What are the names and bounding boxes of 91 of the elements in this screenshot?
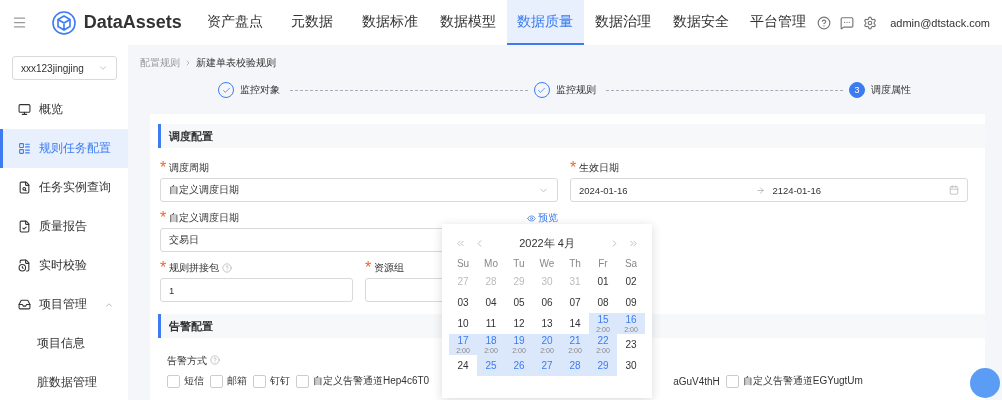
arrow-right-icon <box>755 185 765 195</box>
checkbox-option[interactable]: 钉钉 <box>253 374 290 388</box>
project-select[interactable]: xxx123jingjing <box>12 56 117 80</box>
required-mark: * <box>160 159 167 177</box>
field-label: 自定义调度日期 <box>169 211 240 225</box>
nav-tab[interactable]: 数据安全 <box>661 0 740 45</box>
weekday-label: Su <box>455 258 471 271</box>
sidebar-item[interactable]: 质量报告 <box>0 207 128 246</box>
option-label: aGuV4thH <box>673 375 720 387</box>
preview-link[interactable]: 预览 <box>527 211 558 225</box>
calendar-day[interactable]: 24 <box>449 355 477 376</box>
weekday-label: Mo <box>483 258 499 271</box>
calendar-day[interactable]: 30 <box>617 355 645 376</box>
calendar-day[interactable]: 09 <box>617 292 645 313</box>
sidebar-item-icon <box>18 181 31 194</box>
chevron-right-icon <box>184 59 192 67</box>
calendar-day[interactable]: 10 <box>449 313 477 334</box>
sidebar-subitem[interactable]: 项目信息 <box>0 324 128 363</box>
calendar-day[interactable]: 12 <box>505 313 533 334</box>
menu-icon[interactable] <box>12 15 28 30</box>
date-range-field[interactable]: 2024-01-16 2124-01-16 <box>570 178 968 202</box>
field-label: 告警方式 <box>167 354 207 368</box>
calendar-day[interactable]: 11 <box>477 313 505 334</box>
checkbox-option[interactable]: 自定义告警通道EGYugtUm <box>725 374 863 388</box>
checkbox[interactable] <box>167 374 180 388</box>
sidebar-subitem[interactable]: 脏数据管理 <box>0 363 128 400</box>
sidebar-item-icon <box>18 142 31 155</box>
calendar-day[interactable]: 14 <box>561 313 589 334</box>
weekday-label: Th <box>568 258 582 271</box>
field-label: 生效日期 <box>579 161 620 175</box>
nav-tab[interactable]: 元数据 <box>273 0 352 45</box>
calendar-day[interactable]: 08 <box>589 292 617 313</box>
help-float-button[interactable] <box>970 368 1000 398</box>
sidebar-item[interactable]: 实时校验 <box>0 246 128 285</box>
required-mark: * <box>160 259 167 277</box>
calendar-day[interactable]: 04 <box>477 292 505 313</box>
select-field[interactable]: 自定义调度日期 <box>160 178 558 202</box>
checkbox-option[interactable]: 邮箱 <box>210 374 247 388</box>
required-mark: * <box>365 259 372 277</box>
step-number: 3 <box>849 82 865 98</box>
step-label: 监控规则 <box>555 83 596 97</box>
weekday-label: Sa <box>623 258 639 271</box>
required-mark: * <box>570 159 577 177</box>
checkbox[interactable] <box>725 374 739 388</box>
sidebar-item[interactable]: 任务实例查询 <box>0 168 128 207</box>
sidebar-item[interactable]: 项目管理 <box>0 285 128 324</box>
section-title: 调度配置 <box>158 124 985 148</box>
chat-icon[interactable] <box>840 15 855 30</box>
checkbox[interactable] <box>210 374 223 388</box>
chevron-down-icon <box>98 63 108 73</box>
calendar-icon <box>949 185 959 195</box>
logo-icon <box>51 10 76 35</box>
nav-tab[interactable]: 数据模型 <box>428 0 507 45</box>
nav-tab[interactable]: 平台管理 <box>739 0 818 45</box>
field-label: 规则拼接包 <box>169 261 220 275</box>
user-email[interactable]: admin@dtstack.com <box>890 16 990 29</box>
calendar-day[interactable]: 13 <box>533 313 561 334</box>
input-field[interactable]: 1 <box>160 278 353 302</box>
calendar-day[interactable]: 03 <box>449 292 477 313</box>
field-label: 调度周期 <box>169 161 210 175</box>
nav-tab[interactable]: 资产盘点 <box>195 0 274 45</box>
sidebar-item[interactable]: 规则任务配置 <box>0 129 128 168</box>
nav-tab[interactable]: 数据质量 <box>506 0 585 45</box>
sidebar-item-icon <box>18 259 31 272</box>
sidebar-item-icon <box>18 220 31 233</box>
calendar-day[interactable]: 05 <box>505 292 533 313</box>
sidebar-item-icon <box>18 103 31 116</box>
weekday-label: Tu <box>512 258 526 271</box>
weekday-label: We <box>538 258 556 271</box>
checkbox-option[interactable]: 自定义告警通道Hep4c6T0 <box>296 374 430 388</box>
sidebar-item-icon <box>18 298 31 311</box>
checkbox[interactable] <box>296 374 309 388</box>
required-mark: * <box>160 209 167 227</box>
help-icon[interactable] <box>817 15 832 30</box>
weekday-label: Fr <box>597 258 609 271</box>
calendar-day[interactable]: 02 <box>617 271 645 292</box>
step-label: 监控对象 <box>240 83 280 97</box>
nav-tab[interactable]: 数据标准 <box>351 0 429 45</box>
nav-tab[interactable]: 数据治理 <box>584 0 662 45</box>
calendar-day[interactable]: 07 <box>561 292 589 313</box>
eye-icon <box>527 213 536 223</box>
field-label: 资源组 <box>374 261 405 275</box>
settings-icon[interactable] <box>863 15 878 30</box>
calendar-day[interactable]: 01 <box>589 271 617 292</box>
step-label: 调度属性 <box>871 83 911 97</box>
calendar-day[interactable]: 06 <box>533 292 561 313</box>
checkbox-option[interactable]: 短信 <box>167 374 204 388</box>
checkbox[interactable] <box>253 374 266 388</box>
breadcrumb-current: 新建单表校验规则 <box>196 56 276 70</box>
brand-name: DataAssets <box>83 12 182 33</box>
sidebar-item[interactable]: 概览 <box>0 90 128 129</box>
